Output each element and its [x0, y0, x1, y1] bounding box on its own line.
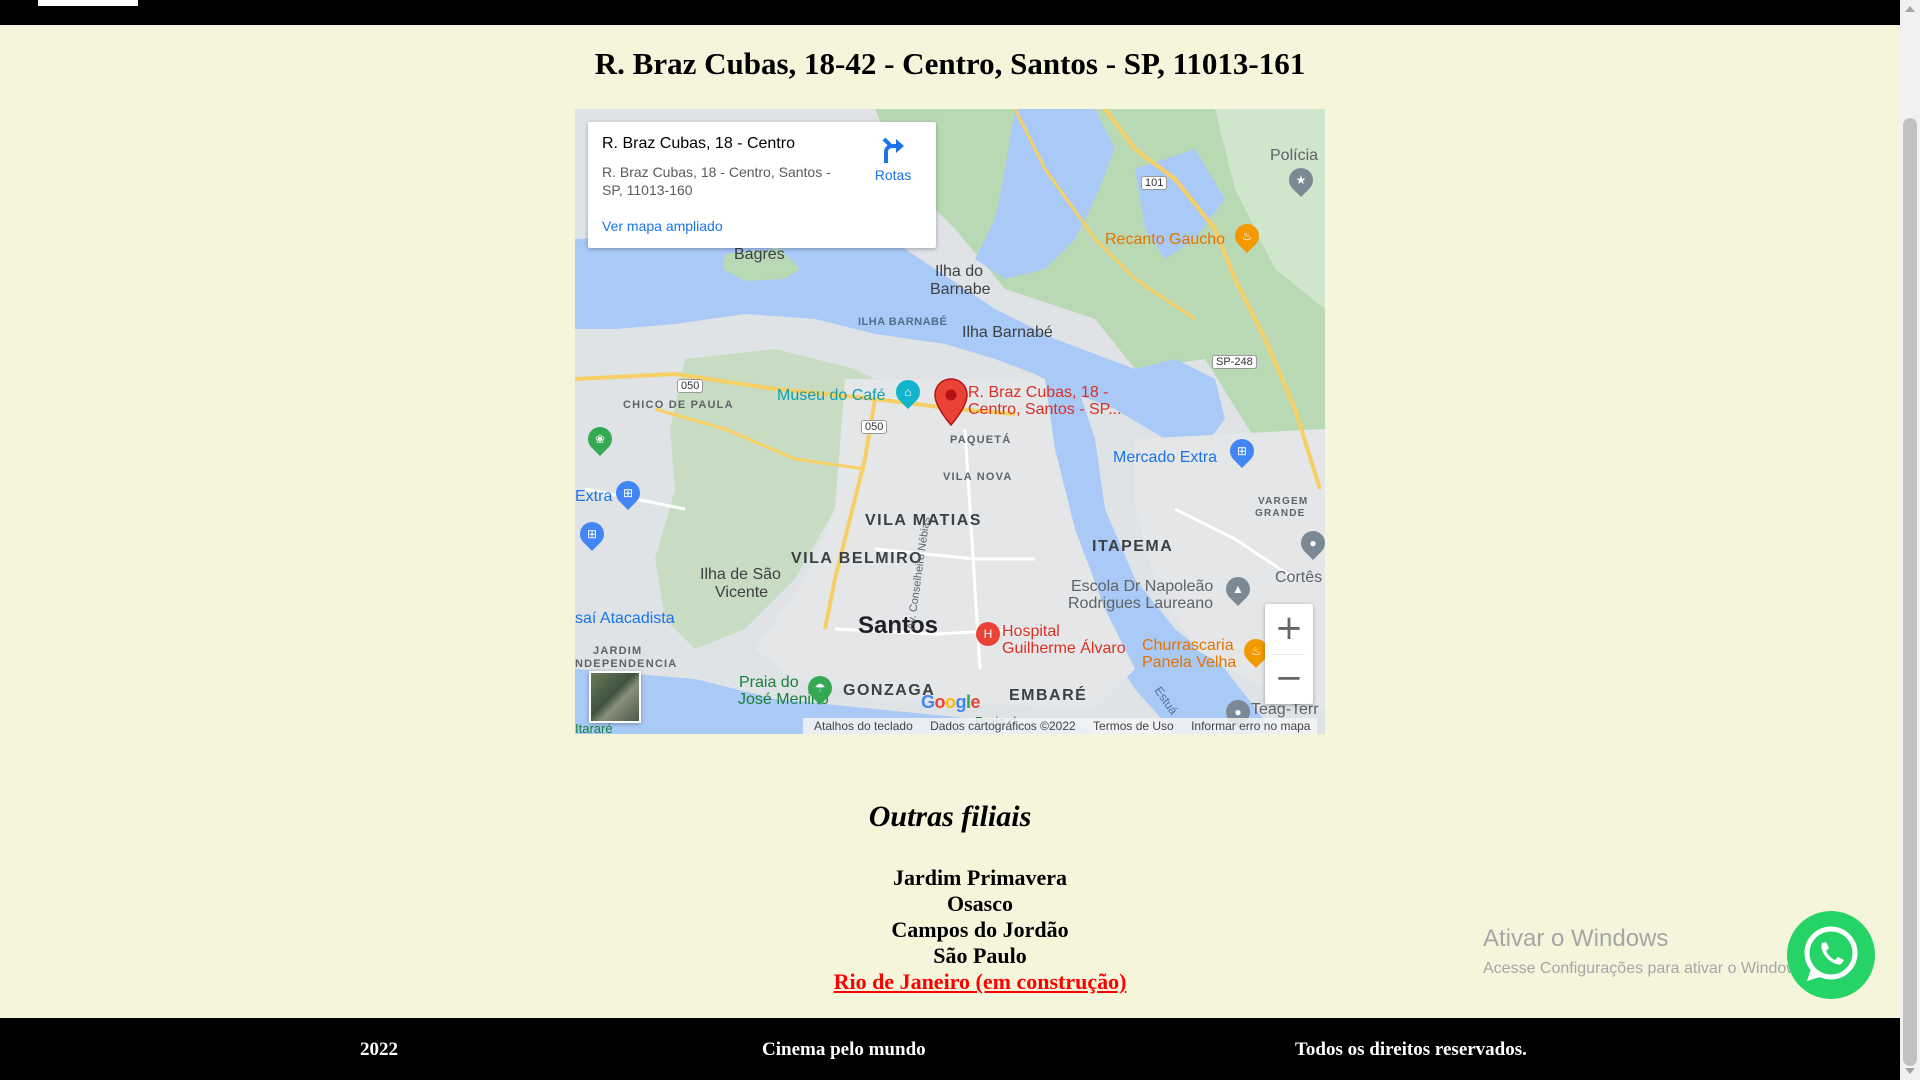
- footer-year: 2022: [360, 1039, 398, 1060]
- google-logo: Google: [921, 692, 981, 712]
- map-label-recanto-gaucho: Recanto Gaucho: [1105, 231, 1226, 248]
- map-label-assai: saí Atacadista: [575, 610, 675, 627]
- zoom-controls: + −: [1265, 604, 1313, 704]
- branch-item: Osasco: [947, 891, 1013, 916]
- embedded-map[interactable]: Polícia 101 Recanto Gaucho Bagres Ilha d…: [575, 109, 1325, 734]
- map-label-praia-line1: Praia do: [739, 674, 799, 691]
- page-title: R. Braz Cubas, 18-42 - Centro, Santos - …: [594, 46, 1306, 81]
- map-road-sp248: SP-248: [1212, 355, 1257, 369]
- map-label-ilha-sao-vicente-line2: Vicente: [715, 584, 769, 601]
- place-marker-icon[interactable]: ●: [1296, 526, 1325, 560]
- map-label-itapema: ITAPEMA: [1092, 538, 1174, 555]
- map-label-ilha-do-barnabe-line2: Barnabe: [930, 281, 991, 298]
- map-label-hospital-line2: Guilherme Álvaro: [1002, 640, 1126, 657]
- map-data-credit: Dados cartográficos ©2022: [930, 719, 1076, 733]
- shopping-cart-marker-icon[interactable]: ⊞: [575, 517, 609, 551]
- map-label-extra: Extra: [575, 488, 613, 505]
- vertical-scrollbar[interactable]: [1900, 0, 1920, 1080]
- hospital-marker-icon[interactable]: H: [976, 622, 1000, 646]
- scroll-up-arrow-icon[interactable]: [1905, 6, 1915, 12]
- whatsapp-button[interactable]: [1787, 911, 1875, 999]
- map-label-bagres: Bagres: [734, 246, 785, 263]
- map-label-churrascaria-line2: Panela Velha: [1142, 654, 1237, 671]
- map-pin-icon[interactable]: [934, 378, 968, 426]
- windows-activation-title: Ativar o Windows: [1483, 925, 1669, 952]
- place-info-card: R. Braz Cubas, 18 - Centro R. Braz Cubas…: [588, 122, 936, 248]
- map-label-paqueta: PAQUETÁ: [950, 434, 1012, 446]
- page-footer: 2022 Cinema pelo mundo Todos os direitos…: [0, 1018, 1900, 1080]
- report-map-error-link[interactable]: Informar erro no mapa: [1184, 719, 1317, 733]
- map-pin-label-line2: Centro, Santos - SP...: [968, 401, 1122, 418]
- keyboard-shortcuts-link[interactable]: Atalhos do teclado: [807, 719, 920, 733]
- map-label-cortes: Cortês: [1275, 569, 1323, 586]
- map-label-policia: Polícia: [1270, 147, 1319, 164]
- shopping-cart-marker-icon[interactable]: ⊞: [1225, 434, 1259, 468]
- school-marker-icon[interactable]: ▲: [1221, 572, 1255, 606]
- top-nav-bar: [0, 0, 1900, 25]
- directions-button[interactable]: Rotas: [868, 136, 918, 183]
- map-label-ilha-do-barnabe-line1: Ilha do: [935, 263, 984, 280]
- map-label-museu-do-cafe: Museu do Café: [777, 387, 886, 404]
- view-larger-map-link[interactable]: Ver mapa ampliado: [602, 218, 723, 234]
- place-title: R. Braz Cubas, 18 - Centro: [602, 135, 795, 152]
- footer-rights: Todos os direitos reservados.: [1295, 1039, 1527, 1060]
- scroll-down-arrow-icon[interactable]: [1905, 1068, 1915, 1074]
- map-label-escola-line2: Rodrigues Laureano: [1068, 595, 1213, 612]
- map-label-jardim-line1: JARDIM: [593, 645, 643, 657]
- map-label-vila-belmiro: VILA BELMIRO: [791, 550, 924, 567]
- map-label-hospital-line1: Hospital: [1002, 623, 1060, 640]
- beach-marker-icon[interactable]: ☂: [803, 671, 837, 705]
- branch-item: Jardim Primavera: [892, 865, 1068, 890]
- directions-label: Rotas: [874, 167, 912, 183]
- nav-logo[interactable]: [38, 0, 138, 6]
- restaurant-marker-icon[interactable]: ♨: [1230, 219, 1264, 253]
- place-address: R. Braz Cubas, 18 - Centro, Santos - SP,…: [602, 164, 831, 198]
- map-label-escola-line1: Escola Dr Napoleão: [1071, 578, 1214, 595]
- museum-marker-icon[interactable]: ⌂: [891, 375, 925, 409]
- footer-brand: Cinema pelo mundo: [762, 1039, 926, 1060]
- shopping-cart-marker-icon[interactable]: ⊞: [611, 476, 645, 510]
- map-pin-label[interactable]: R. Braz Cubas, 18 - Centro, Santos - SP.…: [968, 384, 1122, 418]
- directions-icon: [882, 137, 904, 163]
- map-road-101: 101: [1141, 176, 1168, 190]
- map-road-050-b: 050: [861, 420, 888, 434]
- map-label-santos: Santos: [858, 612, 939, 639]
- map-label-ilha-barnabe: Ilha Barnabé: [962, 324, 1053, 341]
- terms-of-use-link[interactable]: Termos de Uso: [1086, 719, 1181, 733]
- map-label-chico-de-paula: CHICO DE PAULA: [623, 399, 734, 411]
- map-attribution-bar: Atalhos do teclado Dados cartográficos ©…: [803, 718, 1318, 734]
- zoom-in-button[interactable]: +: [1265, 604, 1313, 654]
- satellite-view-toggle[interactable]: [589, 671, 641, 723]
- map-label-jardim-line2: NDEPENDENCIA: [575, 658, 678, 670]
- map-road-050-a: 050: [677, 379, 704, 393]
- police-marker-icon[interactable]: ★: [1284, 163, 1318, 197]
- zoom-out-button[interactable]: −: [1265, 654, 1313, 704]
- whatsapp-icon: [1804, 926, 1858, 981]
- windows-activation-subtitle: Acesse Configurações para ativar o Windo…: [1483, 960, 1811, 977]
- map-label-ilha-sao-vicente-line1: Ilha de São: [700, 566, 781, 583]
- map-label-embare: EMBARÉ: [1009, 687, 1088, 704]
- map-label-vargem-grande-line1: VARGEM: [1258, 496, 1309, 507]
- map-label-vila-nova: VILA NOVA: [943, 471, 1013, 483]
- branches-title: Outras filiais: [868, 800, 1032, 833]
- map-label-ilha-barnabe-upper: ILHA BARNABÉ: [858, 316, 948, 328]
- scrollbar-thumb[interactable]: [1903, 118, 1917, 1066]
- map-label-mercado-extra: Mercado Extra: [1113, 449, 1218, 466]
- map-label-churrascaria-line1: Churrascaria: [1142, 637, 1234, 654]
- map-label-vargem-grande-line2: GRANDE: [1255, 508, 1306, 519]
- map-pin-label-line1: R. Braz Cubas, 18 -: [968, 384, 1109, 401]
- park-marker-icon[interactable]: ❀: [583, 422, 617, 456]
